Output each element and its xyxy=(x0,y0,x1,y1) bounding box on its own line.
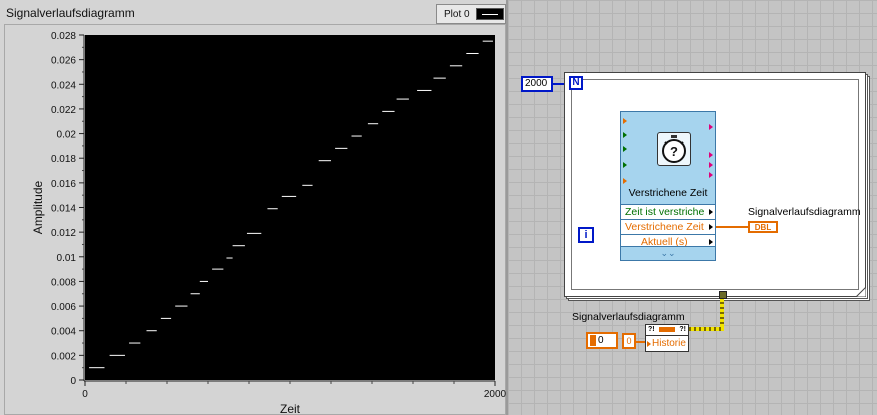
y-tick-label: 0.012 xyxy=(51,228,76,239)
svg-text:?: ? xyxy=(670,144,678,159)
input-terminal[interactable] xyxy=(623,178,627,184)
output-row-label: Zeit ist verstriche xyxy=(625,206,705,218)
output-terminal[interactable] xyxy=(709,152,713,158)
block-diagram: 2000 N i ? Verstrichene Zeit Zeit ist ve… xyxy=(508,0,877,415)
output-row-label: Verstrichene Zeit xyxy=(625,221,704,233)
output-terminal[interactable] xyxy=(709,172,713,178)
increment-arrows-icon[interactable] xyxy=(590,335,596,346)
waveform-chart-terminal[interactable]: DBL xyxy=(748,221,778,233)
input-terminal[interactable] xyxy=(623,146,627,152)
output-terminal[interactable] xyxy=(709,124,713,130)
error-out-icon: ?! xyxy=(679,326,686,333)
indicator-label: Signalverlaufsdiagramm xyxy=(748,206,861,218)
y-tick-label: 0.018 xyxy=(51,154,76,165)
front-panel: Signalverlaufsdiagramm Plot 0 0 0.002 0.00… xyxy=(0,0,508,415)
y-tick-label: 0.02 xyxy=(57,130,77,141)
property-node-reference-header: ?! ?! xyxy=(646,325,688,335)
output-arrow-icon xyxy=(709,239,713,245)
x-axis-label: Zeit xyxy=(280,402,301,415)
input-terminal[interactable] xyxy=(623,132,627,138)
conversion-indicator[interactable]: 0 xyxy=(622,333,636,349)
stopwatch-icon: ? xyxy=(657,132,691,166)
dbl-wire[interactable] xyxy=(636,341,645,343)
iteration-terminal[interactable]: i xyxy=(578,227,594,243)
expand-chevron-icon[interactable]: ⌄⌄ xyxy=(621,246,715,260)
output-arrow-icon xyxy=(709,209,713,215)
loop-tunnel[interactable] xyxy=(719,291,727,299)
plot-background xyxy=(85,35,495,380)
count-terminal[interactable]: N xyxy=(569,76,583,90)
error-in-icon: ?! xyxy=(648,326,655,333)
waveform-chart[interactable]: 0 0.002 0.004 0.006 0.008 0.01 0.012 0.014 0.016… xyxy=(0,0,508,415)
y-tick-label: 0.008 xyxy=(51,277,76,288)
y-tick-label: 0.014 xyxy=(51,204,76,215)
y-tick-label: 0.026 xyxy=(51,56,76,67)
y-tick-label: 0.028 xyxy=(51,31,76,42)
property-node-label: Signalverlaufsdiagramm xyxy=(572,311,685,323)
property-history[interactable]: Historie xyxy=(646,335,688,351)
loop-count-constant[interactable]: 2000 xyxy=(521,76,553,92)
output-row-elapsed-time[interactable]: Verstrichene Zeit xyxy=(621,219,715,234)
property-node[interactable]: ?! ?! Historie xyxy=(645,324,689,352)
y-tick-label: 0 xyxy=(70,376,76,387)
y-tick-label: 0.016 xyxy=(51,179,76,190)
output-arrow-icon xyxy=(709,224,713,230)
y-tick-label: 0.002 xyxy=(51,351,76,362)
y-tick-label: 0.01 xyxy=(57,253,77,264)
input-terminal[interactable] xyxy=(623,118,627,124)
y-axis-label: Amplitude xyxy=(31,181,45,235)
y-tick-label: 0.022 xyxy=(51,105,76,116)
output-terminal[interactable] xyxy=(709,162,713,168)
y-tick-label: 0.024 xyxy=(51,80,76,91)
output-row-time-elapsed[interactable]: Zeit ist verstriche xyxy=(621,204,715,219)
input-terminal[interactable] xyxy=(623,162,627,168)
numeric-constant-value: 0 xyxy=(598,335,604,346)
y-tick-label: 0.006 xyxy=(51,302,76,313)
dbl-wire[interactable] xyxy=(716,226,748,228)
numeric-constant[interactable]: 0 xyxy=(586,332,618,349)
x-tick-label: 2000 xyxy=(484,389,507,400)
loop-resize-corner[interactable] xyxy=(856,287,866,297)
y-tick-label: 0.004 xyxy=(51,327,76,338)
elapsed-time-express-vi[interactable]: ? Verstrichene Zeit Zeit ist verstriche … xyxy=(620,111,716,261)
express-vi-title: Verstrichene Zeit xyxy=(628,187,708,199)
x-tick-label: 0 xyxy=(82,389,88,400)
reference-wire[interactable] xyxy=(686,327,724,331)
